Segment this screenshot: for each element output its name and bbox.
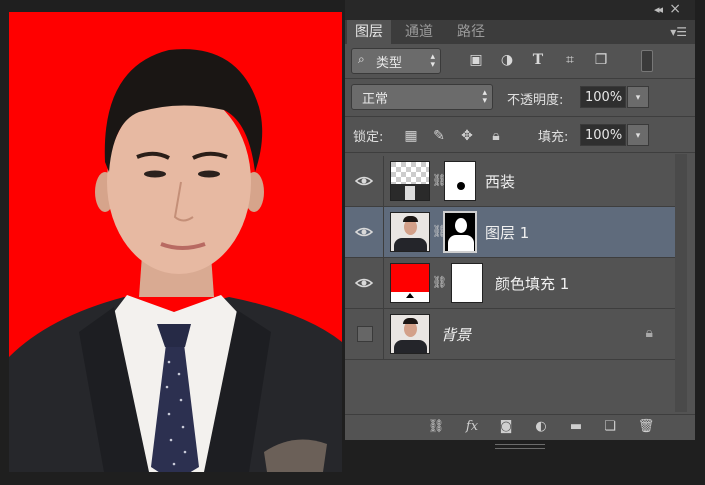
divider [345, 116, 695, 117]
divider [345, 152, 695, 153]
divider [383, 309, 384, 359]
search-icon: ⌕ [358, 52, 365, 66]
layer-name[interactable]: 背景 [441, 324, 471, 345]
layer-mask-thumbnail[interactable] [443, 211, 477, 253]
layer-name[interactable]: 西装 [485, 171, 515, 192]
layer-name[interactable]: 颜色填充 1 [495, 273, 569, 294]
blend-mode-select[interactable]: 正常 ▴ ▾ [351, 84, 493, 110]
fill-dropdown-icon[interactable]: ▾ [627, 124, 649, 146]
panel-body: ⌕ 类型 ▴ ▾ ▣ ◑ T ⌗ ❐ 正常 ▴ ▾ 不透明度: 100% ▾ 锁定:… [345, 44, 695, 440]
type-filter-icon[interactable]: T [530, 52, 546, 68]
eye-icon[interactable] [355, 223, 373, 241]
shape-filter-icon[interactable]: ⌗ [562, 52, 578, 68]
lock-all-icon[interactable]: 🔒︎ [488, 128, 504, 144]
group-folder-icon[interactable]: ▬ [567, 419, 585, 435]
tab-channels[interactable]: 通道 [397, 20, 441, 44]
divider [383, 258, 384, 308]
lock-icon: 🔒︎ [645, 325, 653, 341]
adjustment-layer-icon[interactable]: ◐ [532, 419, 550, 435]
document-canvas[interactable] [9, 12, 342, 472]
divider [345, 78, 695, 79]
collapse-panel-icon[interactable]: ◂◂ [654, 3, 663, 16]
panel-tabs: 图层 通道 路径 ▾☰ [345, 20, 695, 44]
fx-icon[interactable]: fx [463, 419, 481, 435]
panel-menu-icon[interactable]: ▾☰ [670, 25, 687, 39]
chain-link-icon[interactable]: ⛓ [432, 173, 447, 189]
scrollbar[interactable] [675, 154, 687, 412]
blend-mode-value: 正常 [362, 92, 389, 107]
layer-mask-thumbnail[interactable] [451, 263, 483, 303]
opacity-label: 不透明度: [507, 93, 564, 108]
filter-toggle[interactable] [641, 50, 653, 72]
fill-swatch-thumbnail[interactable] [390, 263, 430, 303]
layers-panel: ◂◂ × 图层 通道 路径 ▾☰ ⌕ 类型 ▴ ▾ ▣ ◑ T ⌗ ❐ 正常 ▴ ▾… [345, 0, 705, 485]
divider [383, 207, 384, 257]
eye-icon[interactable] [355, 274, 373, 292]
updown-icon: ▴ ▾ [482, 88, 487, 106]
layer-row-background[interactable]: 背景 🔒︎ [345, 309, 675, 360]
fill-input[interactable]: 100% [580, 124, 626, 146]
add-mask-icon[interactable]: ◙ [497, 419, 515, 435]
link-layers-icon[interactable]: ⛓ [427, 419, 445, 435]
tab-layers[interactable]: 图层 [347, 20, 391, 44]
smart-object-filter-icon[interactable]: ❐ [593, 52, 609, 68]
eye-icon[interactable] [355, 172, 373, 190]
filter-kind-label: 类型 [376, 56, 403, 71]
fill-label: 填充: [538, 130, 569, 145]
opacity-input[interactable]: 100% [580, 86, 626, 108]
layer-mask-thumbnail[interactable] [444, 161, 476, 201]
visibility-toggle-off[interactable] [357, 326, 373, 342]
lock-label: 锁定: [353, 130, 384, 145]
layer-row-color-fill[interactable]: ⛓ 颜色填充 1 [345, 258, 675, 309]
opacity-dropdown-icon[interactable]: ▾ [627, 86, 649, 108]
lock-paint-icon[interactable]: ✎ [431, 128, 447, 144]
lock-move-icon[interactable]: ✥ [459, 128, 475, 144]
portrait-photo [9, 12, 342, 472]
image-filter-icon[interactable]: ▣ [468, 52, 484, 68]
panel-title-bar: ◂◂ × [345, 0, 695, 20]
divider [383, 156, 384, 206]
lock-transparent-icon[interactable]: ▦ [403, 128, 419, 144]
adjustment-filter-icon[interactable]: ◑ [499, 52, 515, 68]
layer-row-layer1[interactable]: ⛓ 图层 1 [345, 207, 675, 258]
chain-link-icon[interactable]: ⛓ [432, 275, 447, 291]
layer-thumbnail [390, 212, 430, 252]
layer-thumbnail [390, 161, 430, 201]
layer-thumbnail [390, 314, 430, 354]
layer-row-suit[interactable]: ⛓ 西装 [345, 156, 675, 207]
delete-layer-icon[interactable]: 🗑︎ [637, 419, 655, 435]
new-layer-icon[interactable]: ❏ [601, 419, 619, 435]
updown-icon: ▴ ▾ [430, 52, 435, 70]
layer-name[interactable]: 图层 1 [485, 222, 529, 243]
layers-toolbar: ⛓ fx ◙ ◐ ▬ ❏ 🗑︎ [345, 414, 695, 440]
chain-link-icon[interactable]: ⛓ [432, 224, 447, 240]
close-icon[interactable]: × [669, 1, 681, 17]
resize-grip[interactable] [495, 444, 545, 449]
tab-paths[interactable]: 路径 [449, 20, 493, 44]
filter-kind-select[interactable]: ⌕ 类型 ▴ ▾ [351, 48, 441, 74]
